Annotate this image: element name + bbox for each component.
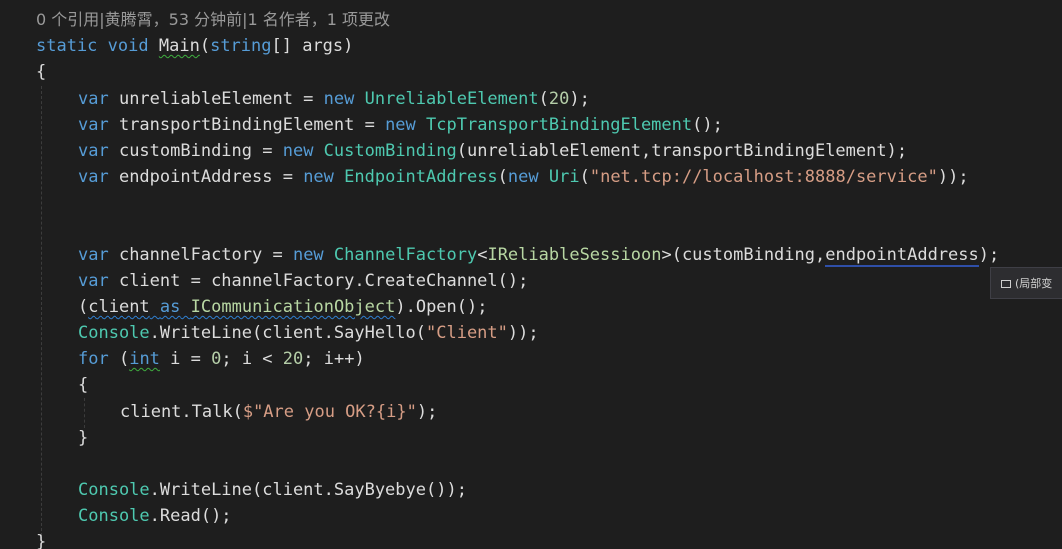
code-token: (unreliableElement,transportBindingEleme…	[456, 141, 908, 161]
code-token: .Read();	[149, 506, 232, 526]
code-line-create-channel[interactable]: var client = channelFactory.CreateChanne…	[78, 268, 528, 294]
keyword-as: as	[159, 297, 181, 317]
keyword-new: new	[507, 167, 539, 187]
code-token: unreliableElement =	[108, 89, 324, 109]
keyword-new: new	[303, 167, 334, 187]
code-token: customBinding =	[108, 141, 283, 161]
interface-name: ICommunicationObject	[190, 297, 396, 317]
brace: }	[78, 428, 89, 448]
keyword-var: var	[78, 245, 109, 265]
type-name: CustomBinding	[313, 141, 457, 161]
brace: }	[36, 532, 47, 549]
quick-info-tooltip[interactable]: (局部变	[990, 267, 1062, 299]
code-token: client.Talk(	[120, 402, 243, 422]
code-token: ));	[507, 323, 539, 343]
keyword-string: string	[210, 36, 272, 56]
type-name: ChannelFactory	[323, 245, 478, 265]
class-console: Console	[78, 506, 150, 526]
class-console: Console	[78, 480, 150, 500]
code-token: <	[477, 245, 488, 265]
type-name: TcpTransportBindingElement	[415, 115, 693, 135]
type-name: EndpointAddress	[333, 167, 498, 187]
code-token: [] args)	[271, 36, 354, 56]
brace: {	[36, 62, 47, 82]
code-token: (	[538, 89, 549, 109]
keyword-var: var	[78, 141, 109, 161]
code-line-for-open-brace[interactable]: {	[78, 372, 88, 398]
code-token: ; i++)	[303, 349, 365, 369]
codelens-info[interactable]: 0 个引用|黄腾霄，53 分钟前|1 名作者，1 项更改	[36, 7, 390, 33]
code-line-close-brace[interactable]: }	[36, 529, 46, 549]
code-token: (	[579, 167, 590, 187]
type-name: UnreliableElement	[354, 89, 539, 109]
code-line-open-brace[interactable]: {	[36, 59, 46, 85]
code-line-for-loop[interactable]: for (int i = 0; i < 20; i++)	[78, 346, 365, 372]
code-token: endpointAddress =	[108, 167, 304, 187]
code-token: (	[78, 297, 89, 317]
code-editor[interactable]: 0 个引用|黄腾霄，53 分钟前|1 名作者，1 项更改 static void…	[0, 0, 1062, 549]
interface-name: IReliableSessioon	[487, 245, 662, 265]
code-token: ; i <	[221, 349, 283, 369]
keyword-new: new	[323, 89, 355, 109]
code-line-talk[interactable]: client.Talk($"Are you OK?{i}");	[120, 399, 437, 425]
argument-endpoint-address[interactable]: endpointAddress	[825, 245, 979, 267]
code-line-read[interactable]: Console.Read();	[78, 503, 232, 529]
code-token: >	[661, 245, 672, 265]
variable-client[interactable]: client	[88, 297, 149, 317]
brace: {	[78, 375, 89, 395]
code-token: ();	[692, 115, 723, 135]
code-token: (customBinding,	[671, 245, 826, 265]
code-token: (	[199, 36, 211, 56]
code-line-say-hello[interactable]: Console.WriteLine(client.SayHello("Clien…	[78, 320, 539, 346]
code-token: (	[497, 167, 508, 187]
method-name-main[interactable]: Main	[159, 36, 200, 56]
code-token: );	[416, 402, 438, 422]
keyword-var: var	[78, 167, 109, 187]
code-line-say-byebye[interactable]: Console.WriteLine(client.SayByebye());	[78, 477, 467, 503]
code-line-endpoint-address[interactable]: var endpointAddress = new EndpointAddres…	[78, 164, 969, 190]
code-token: transportBindingElement =	[108, 115, 386, 135]
code-line-open[interactable]: (client as ICommunicationObject).Open();	[78, 294, 487, 320]
class-console: Console	[78, 323, 150, 343]
code-token: );	[978, 245, 1000, 265]
number-literal: 0	[211, 349, 222, 369]
keyword-for: for	[78, 349, 109, 369]
code-token: (	[108, 349, 130, 369]
indent-guide-for	[84, 398, 85, 428]
code-line-custom-binding[interactable]: var customBinding = new CustomBinding(un…	[78, 138, 907, 164]
code-token: );	[569, 89, 590, 109]
tooltip-text: (局部变	[1015, 277, 1053, 290]
code-token: .WriteLine(client.SayByebye());	[149, 480, 467, 500]
keyword-var: var	[78, 115, 109, 135]
code-line-transport-binding[interactable]: var transportBindingElement = new TcpTra…	[78, 112, 723, 138]
local-variable-icon	[1001, 280, 1011, 288]
keyword-int[interactable]: int	[129, 349, 160, 369]
keyword-void: void	[107, 36, 149, 56]
code-token: channelFactory =	[108, 245, 293, 265]
keyword-static: static	[36, 36, 98, 56]
keyword-var: var	[78, 271, 109, 291]
code-token: ));	[937, 167, 969, 187]
code-line-channel-factory[interactable]: var channelFactory = new ChannelFactory<…	[78, 242, 999, 268]
code-line-method-signature[interactable]: static void Main(string[] args)	[36, 33, 353, 59]
string-literal: "net.tcp://localhost:8888/service"	[589, 167, 938, 187]
code-token: i =	[159, 349, 212, 369]
number-literal: 20	[282, 349, 304, 369]
keyword-new: new	[282, 141, 314, 161]
number-literal: 20	[548, 89, 570, 109]
keyword-new: new	[385, 115, 416, 135]
string-literal: "Client"	[426, 323, 508, 343]
keyword-new: new	[292, 245, 324, 265]
indent-guide-method	[41, 86, 42, 536]
keyword-var: var	[78, 89, 109, 109]
string-literal: $"Are you OK?{i}"	[242, 402, 417, 422]
code-token: ).Open();	[395, 297, 488, 317]
type-name: Uri	[538, 167, 580, 187]
code-line-for-close-brace[interactable]: }	[78, 425, 88, 451]
code-token: .WriteLine(client.SayHello(	[149, 323, 426, 343]
code-line-unreliable-element[interactable]: var unreliableElement = new UnreliableEl…	[78, 86, 590, 112]
code-token: client = channelFactory.CreateChannel();	[108, 271, 529, 291]
